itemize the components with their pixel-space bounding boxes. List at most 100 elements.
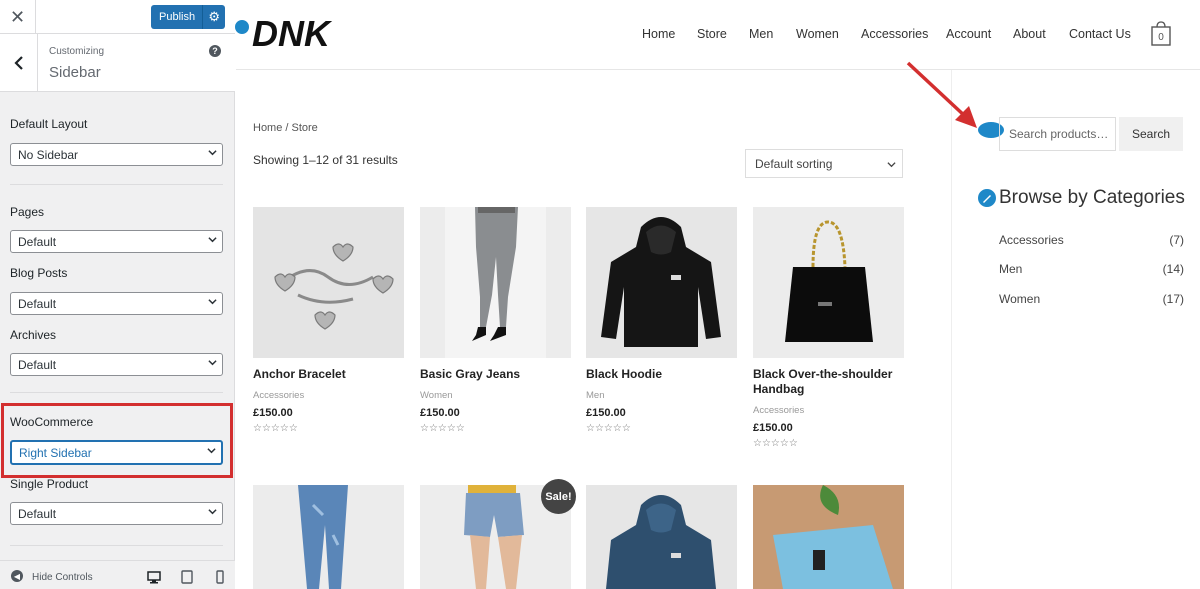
cart-count: 0 <box>1158 32 1164 43</box>
woocommerce-select[interactable]: Right Sidebar <box>10 440 223 465</box>
product-price: £150.00 <box>420 407 460 419</box>
category-item[interactable]: Accessories (7) <box>999 233 1184 247</box>
category-count: (7) <box>1169 233 1184 247</box>
star-rating: ☆☆☆☆☆ <box>420 423 465 434</box>
product-price: £150.00 <box>753 422 793 434</box>
archives-select[interactable]: Default <box>10 353 223 376</box>
blog-posts-label: Blog Posts <box>10 266 68 280</box>
customizer-footer: ◀ Hide Controls <box>0 560 235 589</box>
blog-posts-select[interactable]: Default <box>10 292 223 315</box>
default-layout-label: Default Layout <box>10 117 88 131</box>
result-count: Showing 1–12 of 31 results <box>253 153 398 167</box>
category-item[interactable]: Women (17) <box>999 292 1184 306</box>
site-header: DNK Home Store Men Women Accessories Acc… <box>233 0 1200 70</box>
divider <box>10 184 223 185</box>
search-button[interactable]: Search <box>1119 117 1183 151</box>
star-rating: ☆☆☆☆☆ <box>753 438 798 449</box>
category-name[interactable]: Accessories <box>999 233 1064 247</box>
product-price: £150.00 <box>586 407 626 419</box>
back-arrow-icon[interactable] <box>0 34 38 92</box>
hide-controls-button[interactable]: Hide Controls <box>32 572 93 583</box>
chevron-down-icon <box>887 162 896 168</box>
tablet-icon[interactable] <box>180 570 194 584</box>
chevron-down-icon <box>208 150 217 156</box>
category-name[interactable]: Women <box>999 292 1040 306</box>
sorting-select[interactable]: Default sorting <box>745 149 903 178</box>
product-image-blue-shirt[interactable] <box>753 485 904 589</box>
product-name[interactable]: Black Hoodie <box>586 367 737 382</box>
product-image-handbag[interactable] <box>753 207 904 358</box>
product-image-blue-hoodie[interactable] <box>586 485 737 589</box>
product-image-blue-jeans[interactable] <box>253 485 404 589</box>
product-category: Men <box>586 390 605 401</box>
section-title: Sidebar <box>49 64 101 81</box>
divider <box>10 392 223 393</box>
sale-badge: Sale! <box>541 479 576 514</box>
close-icon[interactable]: ✕ <box>0 0 36 34</box>
site-preview: DNK Home Store Men Women Accessories Acc… <box>233 0 1200 589</box>
category-item[interactable]: Men (14) <box>999 262 1184 276</box>
single-product-select[interactable]: Default <box>10 502 223 525</box>
hide-controls-icon[interactable]: ◀ <box>11 570 23 582</box>
single-product-label: Single Product <box>10 477 89 491</box>
logo-text: DNK <box>252 13 333 52</box>
search-input[interactable]: Search products… <box>999 117 1116 151</box>
desktop-icon[interactable] <box>147 570 161 584</box>
divider <box>10 545 223 546</box>
annotation-arrow <box>906 61 977 128</box>
single-product-value: Default <box>18 506 57 521</box>
category-name[interactable]: Men <box>999 262 1022 276</box>
publish-button[interactable]: Publish ⚙ <box>151 5 225 29</box>
mobile-icon[interactable] <box>213 570 227 584</box>
nav-contact-us[interactable]: Contact Us <box>1069 27 1131 41</box>
product-price: £150.00 <box>253 407 293 419</box>
star-rating: ☆☆☆☆☆ <box>253 423 298 434</box>
archives-value: Default <box>18 357 57 372</box>
chevron-down-icon <box>208 360 217 366</box>
star-rating: ☆☆☆☆☆ <box>586 423 631 434</box>
sidebar-divider <box>951 70 952 589</box>
help-icon[interactable]: ? <box>209 45 221 57</box>
product-name[interactable]: Black Over-the-shoulder Handbag <box>753 367 904 397</box>
product-category: Accessories <box>753 405 805 416</box>
product-image-jeans[interactable] <box>420 207 571 358</box>
nav-women[interactable]: Women <box>796 27 839 41</box>
chevron-down-icon <box>208 237 217 243</box>
product-name[interactable]: Anchor Bracelet <box>253 367 404 382</box>
nav-accessories[interactable]: Accessories <box>861 27 928 41</box>
product-category: Accessories <box>253 390 305 401</box>
edit-shortcut-icon[interactable] <box>233 18 251 36</box>
nav-store[interactable]: Store <box>697 27 727 41</box>
sorting-value: Default sorting <box>755 156 833 171</box>
pages-value: Default <box>18 234 57 249</box>
default-layout-value: No Sidebar <box>18 147 79 162</box>
chevron-down-icon <box>208 299 217 305</box>
customizer-header: ✕ Publish ⚙ <box>0 0 235 34</box>
product-category: Women <box>420 390 453 401</box>
gear-icon[interactable]: ⚙ <box>208 9 220 25</box>
section-subtitle: Customizing <box>49 46 105 57</box>
product-name[interactable]: Basic Gray Jeans <box>420 367 571 382</box>
nav-home[interactable]: Home <box>642 27 675 41</box>
nav-men[interactable]: Men <box>749 27 773 41</box>
cart-icon[interactable]: 0 <box>1151 21 1171 46</box>
section-header: Customizing Sidebar ? <box>0 34 235 92</box>
pages-label: Pages <box>10 205 45 219</box>
product-image-hoodie[interactable] <box>586 207 737 358</box>
woocommerce-value: Right Sidebar <box>19 445 92 460</box>
edit-shortcut-icon[interactable] <box>976 187 998 209</box>
categories-title: Browse by Categories <box>999 187 1185 208</box>
category-count: (17) <box>1162 292 1184 306</box>
archives-label: Archives <box>10 328 57 342</box>
chevron-down-icon <box>208 509 217 515</box>
blog-posts-value: Default <box>18 296 57 311</box>
product-image-bracelet[interactable] <box>253 207 404 358</box>
nav-about[interactable]: About <box>1013 27 1046 41</box>
pages-select[interactable]: Default <box>10 230 223 253</box>
customizer-panel: ✕ Publish ⚙ Customizing Sidebar ? Defaul… <box>0 0 235 589</box>
woocommerce-label: WooCommerce <box>10 415 94 429</box>
default-layout-select[interactable]: No Sidebar <box>10 143 223 166</box>
nav-account[interactable]: Account <box>946 27 991 41</box>
breadcrumb[interactable]: Home / Store <box>253 122 318 134</box>
site-logo[interactable]: DNK <box>236 12 348 52</box>
